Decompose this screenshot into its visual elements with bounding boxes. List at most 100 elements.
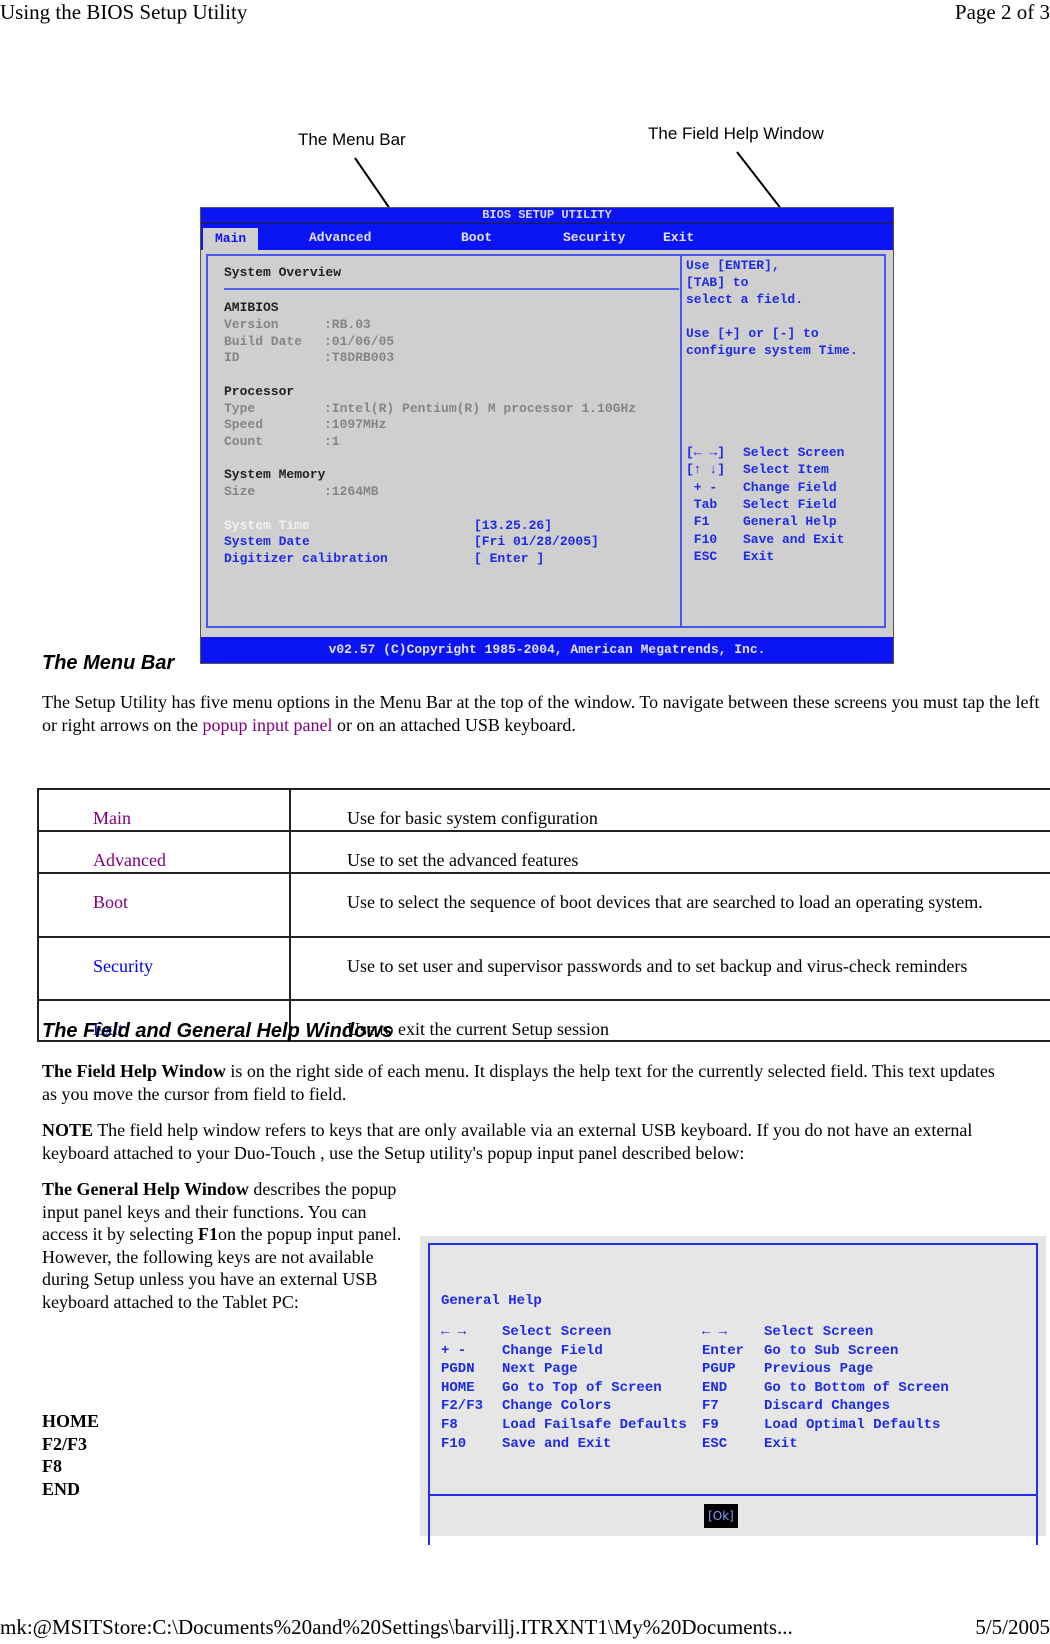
menu-name-cell: Boot [37,871,291,938]
ok-button[interactable]: [Ok] [704,1504,738,1528]
bios-tab-advanced[interactable]: Advanced [309,230,371,245]
general-help-key: END [702,1379,728,1396]
help-text-line: configure system Time. [686,343,858,358]
general-help-screenshot: General Help ← → Select Screen + - Change F… [420,1236,1046,1545]
general-help-action: Exit [764,1435,798,1452]
general-help-action: Go to Bottom of Screen [764,1379,949,1396]
bios-screenshot: BIOS SETUP UTILITY Main Advanced Boot Se… [200,207,894,664]
note-paragraph: NOTE The field help window refers to key… [42,1119,1042,1164]
bios-footer: v02.57 (C)Copyright 1985-2004, American … [201,637,893,663]
popup-input-panel-link[interactable]: popup input panel [202,715,332,735]
help-key-action: Select Item [743,462,829,478]
help-text-line: select a field. [686,292,804,307]
bios-tab-boot[interactable]: Boot [461,230,492,245]
help-key: Tab [686,496,718,512]
setting-label[interactable]: Digitizer calibration [224,551,388,566]
bios-tab-exit[interactable]: Exit [663,230,694,245]
paragraph-text: or on an attached USB keyboard. [332,714,576,735]
general-help-action: Previous Page [764,1361,874,1378]
bios-tab-main[interactable]: Main [203,228,259,251]
help-key: F1 [686,514,710,530]
help-key: ESC [686,548,718,564]
general-help-key: ← → [702,1324,728,1340]
key-home: HOME [42,1411,99,1431]
menu-link-security[interactable]: Security [93,956,153,976]
setting-value[interactable]: [13.25.26] [474,518,552,533]
general-help-key: F2/F3 [441,1398,484,1415]
unavailable-keys-list: HOME F2/F3 F8 END [42,1410,99,1500]
help-key-action: Save and Exit [743,531,845,547]
general-help-action: Load Optimal Defaults [764,1417,941,1433]
bios-menu-bar: Main Advanced Boot Security Exit [201,224,893,251]
page-header-title: Using the BIOS Setup Utility [0,0,248,24]
general-help-key: ← → [441,1324,467,1340]
page-number: Page 2 of 3 [954,0,1050,24]
help-key-action: Select Screen [743,445,845,460]
bios-title: BIOS SETUP UTILITY [201,208,893,224]
general-help-paragraph: The General Help Window describes the po… [42,1178,402,1313]
general-help-action: Go to Sub Screen [764,1342,899,1359]
field-value: :1 [324,433,340,449]
general-help-key: F8 [441,1417,458,1433]
general-help-key: Enter [702,1342,745,1359]
help-key: [↑ ↓] [686,462,726,478]
section-heading-menu-bar: The Menu Bar [42,652,175,674]
general-help-key: F7 [702,1398,719,1415]
help-key: [← →] [686,445,726,460]
help-text-line: [TAB] to [686,275,749,290]
setting-label[interactable]: System Date [224,534,310,549]
general-help-action: Next Page [502,1361,578,1378]
menu-table-row: Security Use to set user and supervisor p… [37,935,1050,1001]
general-help-action: Change Field [502,1342,603,1359]
field-value: :01/06/05 [324,333,395,349]
help-key-action: Exit [743,548,775,564]
menu-link-advanced[interactable]: Advanced [93,850,166,870]
footer-path: mk:@MSITStore:C:\Documents%20and%20Setti… [0,1615,793,1639]
menu-desc-cell: Use to set the advanced features [290,830,1050,874]
general-help-key: F9 [702,1417,719,1433]
setting-value[interactable]: [ Enter ] [474,551,544,566]
general-help-key: PGUP [702,1361,736,1378]
menu-name-cell: Advanced [37,830,291,874]
f1-key: F1 [197,1224,218,1244]
general-help-title: General Help [441,1293,542,1309]
field-value: :Intel(R) Pentium(R) M processor 1.10GHz [324,400,637,416]
general-help-key: ESC [702,1435,728,1452]
menu-table-row: Boot Use to select the sequence of boot d… [37,871,1050,938]
section-heading: AMIBIOS [224,300,279,315]
field-label: Speed [224,417,264,432]
menu-bar-paragraph: The Setup Utility has five menu options … [42,691,1042,736]
general-help-action: Select Screen [502,1324,612,1340]
field-label: Type [224,400,256,416]
help-key-action: General Help [743,514,837,530]
menu-link-main[interactable]: Main [93,808,131,828]
general-help-action: Save and Exit [502,1435,612,1452]
section-heading: Processor [224,383,295,399]
menu-link-boot[interactable]: Boot [93,892,128,912]
general-help-divider [428,1494,1036,1496]
general-help-key: + - [441,1342,467,1359]
setting-label[interactable]: System Time [224,518,310,533]
menu-desc-cell: Use for basic system configuration [290,788,1050,832]
general-help-key: PGDN [441,1361,475,1378]
field-label: Size [224,484,256,499]
field-value: :1264MB [324,484,379,499]
callout-menu-bar: The Menu Bar [298,130,406,149]
general-help-action: Change Colors [502,1398,612,1415]
key-f2-f3: F2/F3 [42,1433,87,1454]
menu-desc-cell: Use to set user and supervisor passwords… [290,935,1050,1001]
general-help-action: Discard Changes [764,1398,891,1415]
field-value: :RB.03 [324,317,371,332]
general-help-key: F10 [441,1435,467,1452]
general-help-action: Select Screen [764,1324,874,1340]
bios-main-pane: System Overview AMIBIOS Version:RB.03 Buil… [206,254,680,628]
general-help-key: HOME [441,1379,475,1396]
key-f8: F8 [42,1456,62,1476]
callout-field-help: The Field Help Window [648,124,824,143]
field-label: Count [224,433,264,449]
menu-desc-cell: Use to exit the current Setup session [290,998,1050,1042]
setting-value[interactable]: [Fri 01/28/2005] [474,534,599,549]
menu-name-cell: Main [37,788,291,832]
paragraph-text: The field help window refers to keys tha… [42,1120,973,1163]
bios-tab-security[interactable]: Security [563,230,625,245]
